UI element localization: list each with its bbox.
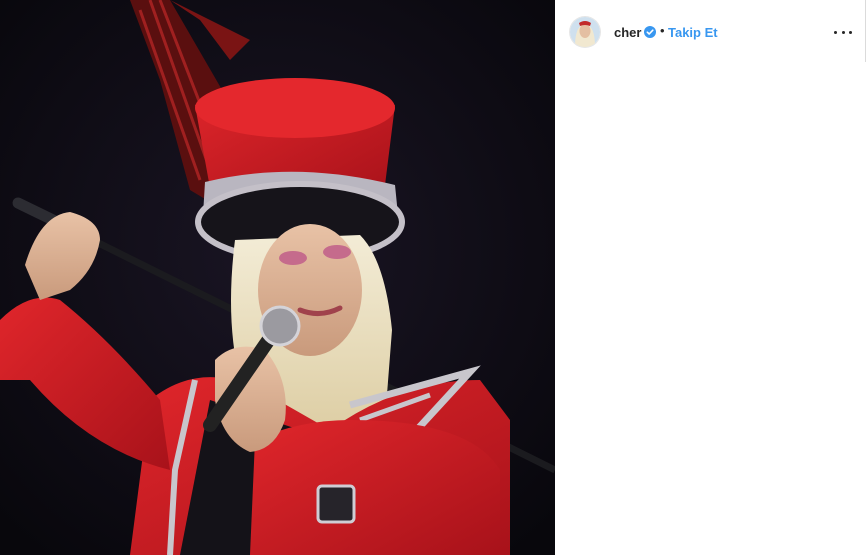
more-dot-icon [841, 30, 845, 34]
more-dot-icon [834, 30, 837, 34]
more-options-icon[interactable] [834, 24, 852, 40]
avatar-image [570, 17, 600, 47]
post-header: cher • Takip Et [555, 0, 865, 64]
separator-dot: • [660, 23, 665, 38]
follow-button[interactable]: Takip Et [668, 25, 718, 40]
post-photo-image [0, 0, 555, 555]
post-sidebar: cher • Takip Et [555, 0, 866, 555]
more-dot-icon [849, 30, 852, 34]
post-photo[interactable] [0, 0, 555, 555]
username-link[interactable]: cher [614, 25, 641, 40]
profile-avatar[interactable] [570, 17, 600, 47]
verified-badge-icon [644, 26, 656, 38]
